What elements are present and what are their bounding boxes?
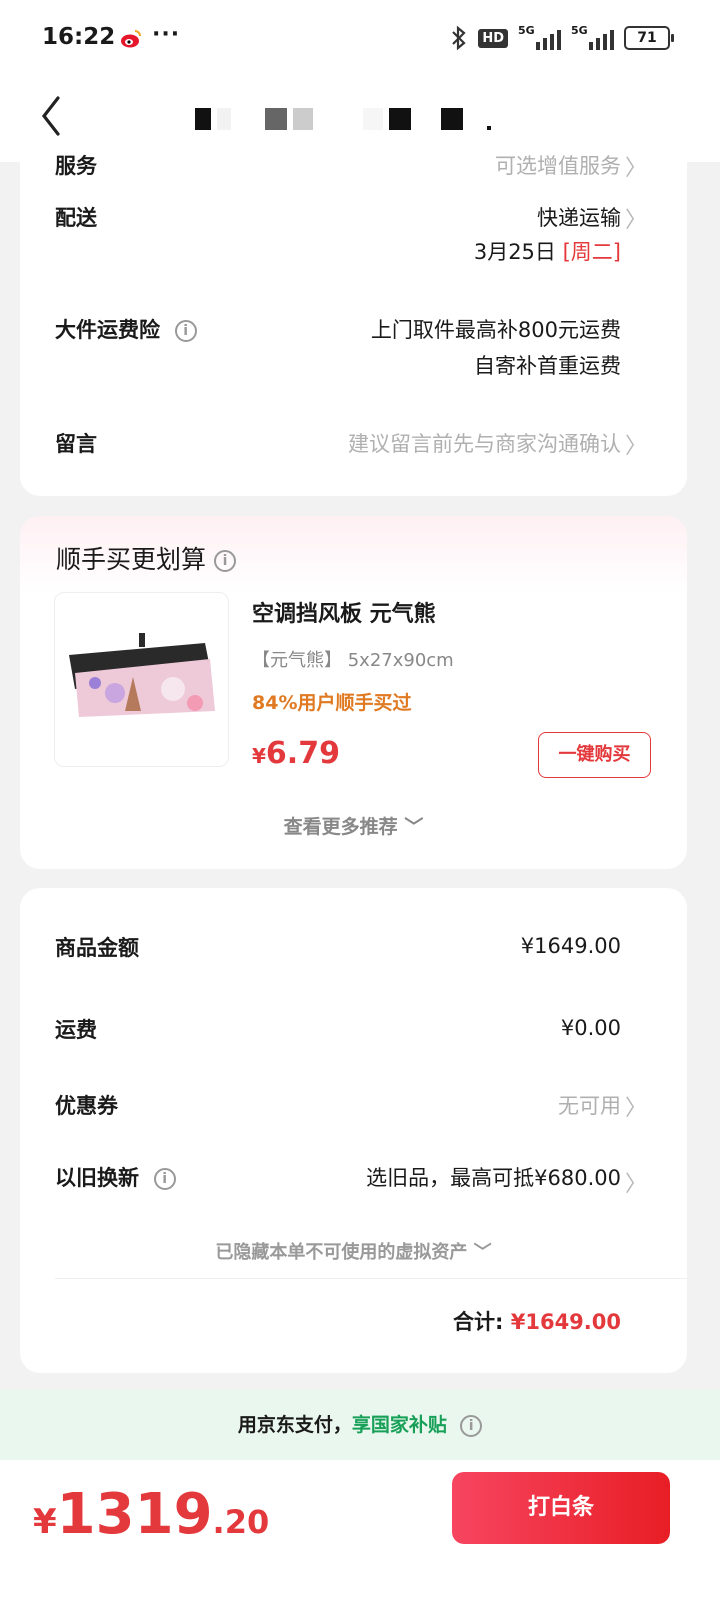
- one-click-buy-button[interactable]: 一键购买: [538, 732, 651, 778]
- subsidy-prefix: 用京东支付，: [237, 1414, 352, 1436]
- buyers-badge: 84%用户顺手买过: [252, 692, 412, 714]
- status-indicators: HD 5G 5G 71: [450, 24, 674, 52]
- goods-amount-value: ¥1649.00: [520, 934, 621, 958]
- battery-icon: 71: [624, 26, 674, 50]
- insurance-line2: 自寄补首重运费: [474, 354, 621, 378]
- subsidy-highlight: 享国家补贴: [351, 1414, 447, 1436]
- product-name[interactable]: 空调挡风板 元气熊: [252, 596, 436, 628]
- coupon-label: 优惠券: [55, 1094, 118, 1118]
- hidden-assets-toggle[interactable]: 已隐藏本单不可使用的虚拟资产 ﹀: [20, 1238, 687, 1264]
- delivery-date-line: 3月25日 [周二]: [474, 236, 621, 266]
- info-icon[interactable]: i: [153, 1168, 176, 1190]
- divider: [55, 1278, 687, 1279]
- message-input[interactable]: 建议留言前先与商家沟通确认: [348, 428, 621, 458]
- freight-value: ¥0.00: [560, 1016, 621, 1040]
- addon-title: 顺手买更划算: [56, 545, 207, 574]
- checkout-bar: ¥1319.20 打白条: [0, 1460, 720, 1600]
- product-thumbnail: [69, 633, 215, 717]
- insurance-label: 大件运费险: [55, 318, 160, 342]
- chevron-right-icon[interactable]: 〉: [625, 202, 647, 234]
- delivery-day: [周二]: [562, 240, 621, 264]
- chevron-right-icon[interactable]: 〉: [625, 150, 647, 182]
- signal-icon-2: 5G: [571, 24, 614, 50]
- tradein-label-wrap: 以旧换新 i: [55, 1162, 176, 1192]
- subsidy-banner[interactable]: 用京东支付，享国家补贴 i: [0, 1390, 720, 1460]
- service-value[interactable]: 可选增值服务: [495, 150, 621, 180]
- signal-icon: 5G: [518, 24, 561, 50]
- weibo-icon: [121, 30, 141, 48]
- delivery-method[interactable]: 快递运输: [537, 202, 621, 232]
- status-bar: 16:22 ··· HD 5G 5G 71: [0, 0, 720, 78]
- chevron-right-icon[interactable]: 〉: [625, 428, 647, 460]
- delivery-date: 3月25日: [473, 240, 556, 264]
- tradein-value[interactable]: 选旧品，最高可抵¥680.00: [366, 1162, 621, 1192]
- chevron-right-icon[interactable]: 〉: [625, 1166, 647, 1198]
- product-spec: 【元气熊】 5x27x90cm: [252, 650, 454, 671]
- more-dots-icon: ···: [152, 22, 181, 47]
- addon-card: 顺手买更划算 i 空调挡风板 元气熊 【元气熊】 5x27x90cm 84%用户…: [20, 516, 687, 869]
- insurance-label-wrap: 大件运费险 i: [55, 314, 197, 344]
- freight-label: 运费: [55, 1018, 97, 1042]
- message-label: 留言: [55, 432, 97, 456]
- delivery-label: 配送: [55, 206, 97, 230]
- total-value: ¥1649.00: [510, 1310, 621, 1334]
- status-time: 16:22: [42, 24, 116, 50]
- info-icon[interactable]: i: [460, 1414, 483, 1437]
- more-recommendations-link[interactable]: 查看更多推荐 ﹀: [20, 812, 687, 839]
- goods-amount-label: 商品金额: [55, 936, 139, 960]
- page-title-redacted: [195, 106, 527, 132]
- tradein-label: 以旧换新: [55, 1166, 139, 1190]
- info-icon[interactable]: i: [174, 320, 197, 342]
- info-icon[interactable]: i: [213, 550, 236, 572]
- hd-badge: HD: [478, 28, 508, 48]
- addon-title-wrap: 顺手买更划算 i: [56, 540, 236, 576]
- bluetooth-icon: [452, 25, 466, 51]
- product-image[interactable]: [54, 592, 229, 767]
- chevron-left-icon[interactable]: [38, 94, 64, 138]
- coupon-value[interactable]: 无可用: [558, 1090, 621, 1120]
- chevron-down-icon: ﹀: [404, 816, 424, 838]
- insurance-line1: 上门取件最高补800元运费: [370, 318, 621, 342]
- order-total: 合计: ¥1649.00: [453, 1306, 621, 1336]
- product-price: ¥6.79: [252, 736, 340, 771]
- total-label: 合计:: [453, 1310, 504, 1334]
- pay-amount: ¥1319.20: [33, 1482, 270, 1547]
- shipping-card: 服务 可选增值服务 〉 配送 快递运输 〉 3月25日 [周二] 大件运费险 i…: [20, 154, 687, 496]
- service-label: 服务: [55, 154, 97, 178]
- pay-baitiao-button[interactable]: 打白条: [452, 1472, 670, 1544]
- chevron-down-icon: ﹀: [473, 1242, 492, 1263]
- chevron-right-icon[interactable]: 〉: [625, 1090, 647, 1122]
- summary-card: 商品金额 ¥1649.00 运费 ¥0.00 优惠券 无可用 〉 以旧换新 i …: [20, 888, 687, 1373]
